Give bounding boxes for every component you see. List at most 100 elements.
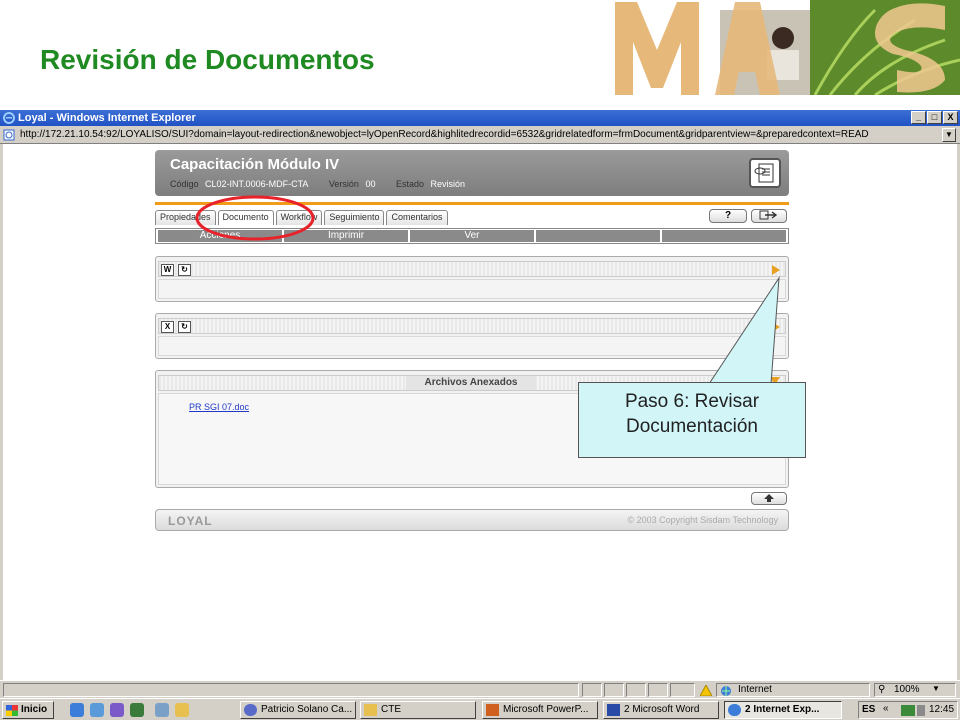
panel-toolbar [158,261,786,277]
expand-arrow-icon[interactable] [772,265,780,275]
zoom-dropdown-icon[interactable]: ▼ [932,684,940,693]
empty-action-button[interactable] [662,230,786,242]
tab-workflow[interactable]: Workflow [275,210,323,225]
address-url[interactable]: http://172.21.10.54:92/LOYALISO/SUI?doma… [20,129,869,140]
refresh-icon[interactable]: ↻ [178,264,191,276]
excel-icon[interactable]: X [161,321,174,333]
panel-toolbar [158,318,786,334]
attachments-title: Archivos Anexados [406,376,536,390]
taskbar-item-label: 2 Internet Exp... [745,704,820,715]
tray-expand-chevron[interactable]: « [883,703,889,714]
callout-line1: Paso 6: Revisar [624,391,760,412]
taskbar-item-label: Patricio Solano Ca... [261,704,353,715]
desktop-quicklaunch-icon[interactable] [155,703,169,717]
record-title: Capacitación Módulo IV [170,156,340,173]
panel-body [158,336,786,356]
page-icon [3,129,15,141]
volume-icon[interactable] [917,705,925,716]
powerpoint-icon [486,704,499,716]
imprimir-button[interactable]: Imprimir [284,230,408,242]
taskbar-item-cte[interactable]: CTE [360,701,476,719]
browser-quicklaunch-icon[interactable] [90,703,104,717]
ver-button[interactable]: Ver [410,230,534,242]
ie-quicklaunch-icon[interactable] [70,703,84,717]
estado-label: Estado [396,179,425,189]
help-button[interactable]: ? [709,209,747,223]
codigo-value: CL02-INT.0006-MDF-CTA [205,179,309,189]
arrow-up-icon [764,494,774,502]
taskbar-item-label: 2 Microsoft Word [624,704,700,715]
record-header: Capacitación Módulo IV Código CL02-INT.0… [155,150,789,196]
taskbar-item-internet-explorer[interactable]: 2 Internet Exp... [724,701,842,719]
window-titlebar[interactable]: Loyal - Windows Internet Explorer _ □ X [0,110,960,126]
word-document-panel: W ↻ [155,256,789,302]
close-button[interactable]: X [943,111,958,124]
record-tabs: Propiedades Documento Workflow Seguimien… [155,210,448,225]
internet-explorer-icon [3,112,15,124]
status-cell [604,683,624,697]
language-indicator[interactable]: ES [862,704,875,715]
record-meta: Código CL02-INT.0006-MDF-CTA Versión 00 … [170,179,483,189]
word-icon[interactable]: W [161,264,174,276]
exit-icon [759,210,778,220]
minimize-button[interactable]: _ [911,111,926,124]
window-title: Loyal - Windows Internet Explorer [18,112,196,124]
spreadsheet-panel: X ↻ [155,313,789,359]
estado-value: Revisión [430,179,466,189]
zone-label: Internet [738,684,772,695]
refresh-icon[interactable]: ↻ [178,321,191,333]
taskbar-item-label: CTE [381,704,401,715]
maximize-button[interactable]: □ [927,111,942,124]
internet-explorer-icon [728,704,741,716]
status-message-area [3,683,579,697]
network-icon[interactable] [901,705,915,716]
panel-body [158,279,786,299]
start-button[interactable]: Inicio [2,701,54,719]
lock-warning-icon [700,685,712,696]
zoom-level: 100% [894,684,920,695]
taskbar-item-powerpoint[interactable]: Microsoft PowerP... [482,701,598,719]
action-bar: Acciones Imprimir Ver [155,228,789,244]
system-tray: ES « 12:45 [858,701,958,719]
tab-seguimiento[interactable]: Seguimiento [324,210,385,225]
folder-quicklaunch-icon[interactable] [175,703,189,717]
status-cell [670,683,695,697]
windows-taskbar: Inicio Patricio Solano Ca... CTE Microso… [0,698,960,720]
document-view-icon[interactable] [749,158,781,188]
start-label: Inicio [21,704,48,715]
taskbar-item-label: Microsoft PowerP... [503,704,589,715]
acciones-button[interactable]: Acciones [158,230,282,242]
clock[interactable]: 12:45 [929,704,954,715]
codigo-label: Código [170,179,199,189]
exit-button[interactable] [751,209,787,223]
windows-logo-icon [6,705,18,716]
footer-logo: LOYAL [168,514,213,528]
empty-action-button[interactable] [536,230,660,242]
app-footer: LOYAL © 2003 Copyright Sisdam Technology [155,509,789,531]
address-dropdown-icon[interactable]: ▼ [942,128,956,142]
expand-arrow-icon[interactable] [772,322,780,332]
attachment-link[interactable]: PR SGI 07.doc [189,402,249,412]
window-left-edge [0,144,3,684]
mas-logo-image [615,0,960,95]
media-quicklaunch-icon[interactable] [110,703,124,717]
zoom-icon: ⚲ [878,684,886,695]
word-icon [607,704,620,716]
callout-box: Paso 6: Revisar Documentación [578,382,806,458]
app-quicklaunch-icon[interactable] [130,703,144,717]
footer-copyright: © 2003 Copyright Sisdam Technology [627,515,778,525]
status-cell [648,683,668,697]
version-label: Versión [328,179,359,189]
header-divider [155,202,789,205]
taskbar-item-word[interactable]: 2 Microsoft Word [603,701,719,719]
callout-line2: Documentación [625,416,759,437]
internet-zone-icon [721,686,731,696]
tab-propiedades[interactable]: Propiedades [155,210,216,225]
tab-documento[interactable]: Documento [217,210,274,225]
scroll-top-button[interactable] [751,492,787,505]
address-bar[interactable]: http://172.21.10.54:92/LOYALISO/SUI?doma… [0,126,960,144]
folder-icon [364,704,377,716]
version-value: 00 [365,179,376,189]
tab-comentarios[interactable]: Comentarios [386,210,448,225]
taskbar-item-contact[interactable]: Patricio Solano Ca... [240,701,356,719]
